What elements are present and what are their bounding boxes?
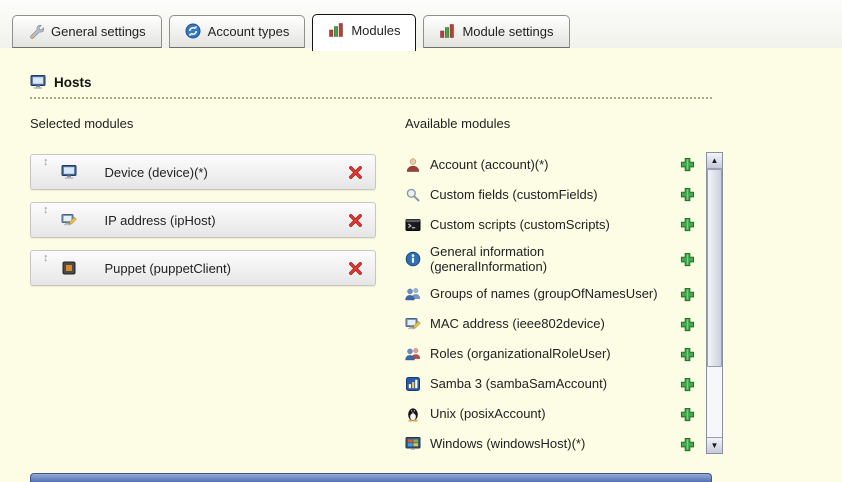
info-icon [405,251,421,267]
available-module-row-unix: Unix (posixAccount) [405,404,723,425]
ip-address-icon [61,212,77,228]
available-module-label: General information (generalInformation) [430,244,658,275]
add-module-button[interactable] [680,317,695,332]
selected-modules-header: Selected modules [30,116,376,131]
available-module-row-groups-of-names: Groups of names (groupOfNamesUser) [405,284,723,305]
tab-label: Module settings [462,24,553,39]
remove-module-button[interactable] [348,165,363,180]
device-icon [61,164,77,180]
unix-icon [405,406,421,422]
scrollbar-down-button[interactable]: ▼ [707,437,722,453]
samba-icon [405,376,421,392]
available-module-label: Roles (organizationalRoleUser) [430,346,611,361]
add-module-button[interactable] [680,217,695,232]
add-module-button[interactable] [680,252,695,267]
available-module-label: Custom scripts (customScripts) [430,217,610,232]
available-module-label: MAC address (ieee802device) [430,316,605,331]
custom-fields-icon [405,187,421,203]
available-modules-column: Available modules Account (account)(*) C… [405,116,723,464]
content-area: Hosts Selected modules ↕ Device (device)… [0,48,842,464]
tab-label: General settings [51,24,146,39]
account-icon [405,157,421,173]
selected-module-label: Device (device)(*) [105,165,208,180]
tab-modules[interactable]: Modules [312,14,416,51]
selected-module-row-iphost[interactable]: ↕ IP address (ipHost) [30,202,376,238]
drag-handle-icon[interactable]: ↕ [43,155,49,168]
available-module-row-samba3: Samba 3 (sambaSamAccount) [405,374,723,395]
account-types-sync-icon [185,23,201,39]
tab-module-settings[interactable]: Module settings [423,15,569,48]
hosts-section-header: Hosts [30,74,712,99]
windows-icon [405,436,421,452]
scrollbar-track[interactable] [707,169,722,437]
custom-scripts-icon [405,217,421,233]
available-module-row-general-information: General information (generalInformation) [405,244,723,275]
selected-module-row-device[interactable]: ↕ Device (device)(*) [30,154,376,190]
tab-bar: General settings Account types Modules M… [0,0,842,48]
add-module-button[interactable] [680,437,695,452]
add-module-button[interactable] [680,157,695,172]
add-module-button[interactable] [680,407,695,422]
module-settings-chart-icon [439,23,455,39]
add-module-button[interactable] [680,187,695,202]
available-module-label: Samba 3 (sambaSamAccount) [430,376,607,391]
drag-handle-icon[interactable]: ↕ [43,203,49,216]
selected-module-label: IP address (ipHost) [105,213,216,228]
modules-chart-icon [328,22,344,38]
selected-module-label: Puppet (puppetClient) [105,261,231,276]
scrollbar-thumb[interactable] [707,169,722,367]
roles-icon [405,346,421,362]
available-module-row-account: Account (account)(*) [405,154,723,175]
available-module-label: Windows (windowsHost)(*) [430,436,585,451]
tab-label: Account types [208,24,290,39]
add-module-button[interactable] [680,347,695,362]
available-module-row-mac-address: MAC address (ieee802device) [405,314,723,335]
mac-address-icon [405,316,421,332]
remove-module-button[interactable] [348,213,363,228]
tab-account-types[interactable]: Account types [169,15,306,48]
available-modules-scrollbar[interactable]: ▲ ▼ [706,152,723,454]
puppet-icon [61,260,77,276]
scrollbar-up-button[interactable]: ▲ [707,153,722,169]
hosts-section-title: Hosts [54,75,92,90]
groups-icon [405,286,421,302]
available-module-label: Unix (posixAccount) [430,406,546,421]
drag-handle-icon[interactable]: ↕ [43,251,49,264]
selected-module-row-puppet[interactable]: ↕ Puppet (puppetClient) [30,250,376,286]
available-module-label: Account (account)(*) [430,157,549,172]
general-settings-wrench-icon [28,23,44,39]
available-module-row-custom-scripts: Custom scripts (customScripts) [405,214,723,235]
add-module-button[interactable] [680,377,695,392]
remove-module-button[interactable] [348,261,363,276]
tab-general-settings[interactable]: General settings [12,15,162,48]
available-module-row-custom-fields: Custom fields (customFields) [405,184,723,205]
selected-modules-column: Selected modules ↕ Device (device)(*) ↕ … [30,116,376,464]
available-module-label: Groups of names (groupOfNamesUser) [430,286,658,301]
tab-label: Modules [351,23,400,38]
hosts-monitor-icon [30,74,46,90]
add-module-button[interactable] [680,287,695,302]
available-module-label: Custom fields (customFields) [430,187,598,202]
available-module-row-windows: Windows (windowsHost)(*) [405,434,723,455]
available-module-row-roles: Roles (organizationalRoleUser) [405,344,723,365]
available-modules-header: Available modules [405,116,723,131]
